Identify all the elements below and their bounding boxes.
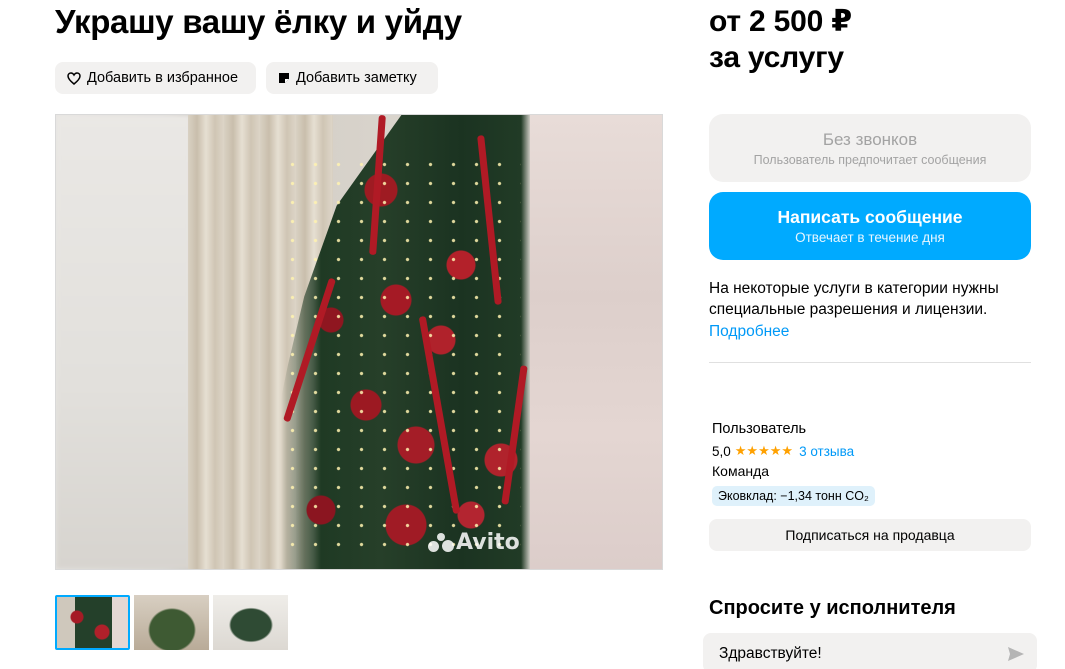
rating-value: 5,0 <box>712 443 731 459</box>
main-photo[interactable]: Avito <box>55 114 663 570</box>
add-to-favorites-button[interactable]: Добавить в избранное <box>55 62 256 94</box>
add-note-button[interactable]: Добавить заметку <box>266 62 438 94</box>
eco-badge[interactable]: Эковклад: −1,34 тонн CO₂ <box>712 486 875 506</box>
avito-logo-icon <box>428 532 454 554</box>
write-message-subtitle: Отвечает в течение дня <box>795 230 945 245</box>
add-note-label: Добавить заметку <box>296 70 417 86</box>
rating-stars-icon: ★★★★★ <box>734 443 794 458</box>
avito-watermark: Avito <box>428 530 520 555</box>
write-message-title: Написать сообщение <box>777 207 963 227</box>
note-icon <box>279 73 289 83</box>
photo-blur-edge <box>530 115 662 569</box>
listing-title: Украшу вашу ёлку и уйду <box>55 3 462 40</box>
seller-name[interactable]: Пользователь <box>712 421 806 437</box>
license-more-link[interactable]: Подробнее <box>709 321 789 342</box>
ask-message-text[interactable]: Здравствуйте! <box>719 645 822 663</box>
reviews-link[interactable]: 3 отзыва <box>799 444 854 459</box>
photo-thumbnail-1[interactable] <box>55 595 130 650</box>
no-calls-subtitle: Пользователь предпочитает сообщения <box>753 153 987 167</box>
price: от 2 500 ₽ <box>709 5 852 38</box>
ask-message-input[interactable]: Здравствуйте! <box>703 633 1037 669</box>
photo-thumbnail-3[interactable] <box>213 595 288 650</box>
send-icon[interactable] <box>1007 646 1025 662</box>
license-notice: На некоторые услуги в категории нужны сп… <box>709 280 999 318</box>
ask-seller-title: Спросите у исполнителя <box>709 597 956 619</box>
photo-background <box>56 115 191 569</box>
add-to-favorites-label: Добавить в избранное <box>87 70 239 86</box>
seller-type: Команда <box>712 463 770 479</box>
price-unit: за услугу <box>709 41 844 74</box>
photo-thumbnail-2[interactable] <box>134 595 209 650</box>
no-calls-button: Без звонков Пользователь предпочитает со… <box>709 114 1031 182</box>
seller-rating: 5,0 ★★★★★ 3 отзыва <box>712 443 854 459</box>
no-calls-title: Без звонков <box>822 130 918 149</box>
write-message-button[interactable]: Написать сообщение Отвечает в течение дн… <box>709 192 1031 260</box>
avito-watermark-text: Avito <box>456 530 520 555</box>
heart-icon <box>67 71 81 85</box>
subscribe-seller-button[interactable]: Подписаться на продавца <box>709 519 1031 551</box>
divider <box>709 362 1031 363</box>
